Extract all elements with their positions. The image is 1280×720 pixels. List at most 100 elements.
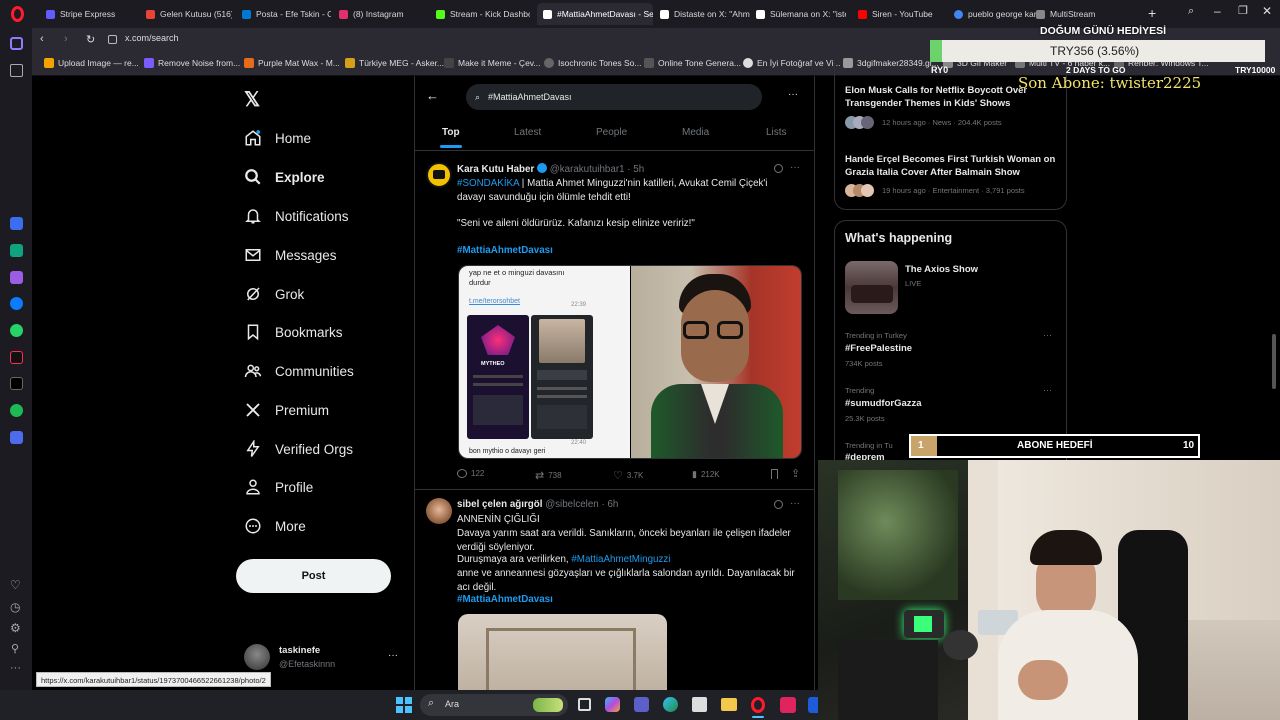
lightbulb-icon[interactable]: ⚲: [11, 642, 19, 655]
tab-google[interactable]: pueblo george kareli: [948, 3, 1040, 25]
tab-x-search[interactable]: #MattiaAhmetDavası - Se: [537, 3, 653, 25]
author-name[interactable]: sibel çelen ağırgöl: [457, 499, 542, 510]
history-icon[interactable]: ◷: [10, 600, 20, 614]
heart-icon[interactable]: ♡: [10, 578, 21, 592]
more-icon[interactable]: ···: [1043, 330, 1052, 340]
views-button[interactable]: ▮ 212K: [692, 469, 720, 480]
author-handle[interactable]: @karakutuihbar1: [550, 164, 625, 175]
tab-stripe[interactable]: Stripe Express: [40, 3, 132, 25]
opera-gx-icon[interactable]: [751, 697, 765, 713]
nav-verified-orgs[interactable]: Verified Orgs: [244, 440, 353, 458]
hashtag-link[interactable]: #MattiaAhmetMinguzzi: [571, 554, 670, 565]
tab-media[interactable]: Media: [682, 127, 709, 138]
bookmark-item[interactable]: Make it Meme - Çev...: [444, 58, 541, 68]
man-portrait-image[interactable]: [631, 266, 801, 458]
nav-communities[interactable]: Communities: [244, 362, 354, 380]
hashtag-link[interactable]: #MattiaAhmetDavası: [457, 244, 553, 258]
hashtag-link[interactable]: #MattiaAhmetDavası: [457, 593, 553, 607]
trend-name[interactable]: #sumudforGazza: [845, 398, 922, 409]
close-icon[interactable]: ✕: [1262, 4, 1272, 18]
nav-profile[interactable]: Profile: [244, 478, 313, 496]
taskbar-search[interactable]: ⌕ Ara: [420, 694, 568, 716]
bookmark-item[interactable]: En İyi Fotoğraf ve Vi...: [743, 58, 840, 68]
grok-icon[interactable]: [774, 164, 783, 173]
avatar[interactable]: [426, 498, 452, 524]
tweet-media[interactable]: [458, 614, 667, 690]
repost-button[interactable]: ⇄ 738: [535, 469, 562, 482]
tab-lists[interactable]: Lists: [766, 127, 787, 138]
tweet-media[interactable]: yap ne et o minguzi davasını durdur t.me…: [458, 265, 802, 459]
nav-messages[interactable]: Messages: [244, 246, 337, 264]
tab-people[interactable]: People: [596, 127, 627, 138]
author-handle[interactable]: @sibelcelen: [545, 499, 599, 510]
back-icon[interactable]: ‹: [40, 33, 44, 45]
more-icon[interactable]: ···: [790, 498, 800, 509]
extension-icon[interactable]: [10, 271, 23, 284]
search-tabs-icon[interactable]: ⌕: [1188, 5, 1194, 18]
nav-home[interactable]: Home: [244, 129, 311, 147]
live-event-title[interactable]: The Axios Show: [905, 264, 978, 275]
spotify-icon[interactable]: [10, 404, 23, 417]
teams-icon[interactable]: [634, 697, 649, 712]
new-tab-icon[interactable]: +: [1148, 5, 1156, 21]
bookmark-item[interactable]: Isochronic Tones So...: [544, 58, 641, 68]
author-name[interactable]: Kara Kutu Haber: [457, 164, 534, 175]
trend-name[interactable]: #FreePalestine: [845, 343, 912, 354]
tab-latest[interactable]: Latest: [514, 127, 541, 138]
more-icon[interactable]: ···: [790, 162, 800, 173]
chat-screenshot-image[interactable]: yap ne et o minguzi davasını durdur t.me…: [459, 266, 630, 458]
reply-button[interactable]: 122: [457, 469, 484, 478]
tab-multistream[interactable]: MultiStream: [1030, 3, 1130, 25]
news-title[interactable]: Hande Erçel Becomes First Turkish Woman …: [845, 153, 1060, 179]
store-icon[interactable]: [692, 697, 707, 712]
aria-icon[interactable]: [10, 217, 23, 230]
nav-bookmarks[interactable]: Bookmarks: [244, 323, 343, 341]
tab-youtube[interactable]: Siren - YouTube: [852, 3, 948, 25]
forward-icon[interactable]: ›: [64, 33, 68, 45]
star-icon[interactable]: [10, 64, 23, 77]
back-arrow-icon[interactable]: ←: [426, 88, 439, 103]
tweet-time[interactable]: · 6h: [601, 499, 618, 510]
scrollbar[interactable]: [1272, 334, 1276, 389]
player-icon[interactable]: [10, 431, 23, 444]
tab-outlook[interactable]: Posta - Efe Tskin - Ou: [236, 3, 331, 25]
tab-instagram[interactable]: (8) Instagram: [333, 3, 428, 25]
more-icon[interactable]: ···: [388, 650, 398, 661]
bookmark-item[interactable]: Remove Noise from...: [144, 58, 240, 68]
nav-premium[interactable]: Premium: [244, 401, 329, 419]
home-icon[interactable]: [10, 37, 23, 50]
whatsapp-icon[interactable]: [10, 324, 23, 337]
app-icon[interactable]: [780, 697, 796, 713]
opera-logo-icon[interactable]: [11, 6, 24, 22]
more-icon[interactable]: ···: [1043, 385, 1052, 395]
settings-icon[interactable]: ⚙: [10, 621, 21, 635]
x-icon[interactable]: [10, 377, 23, 390]
tab-x-distaste[interactable]: Distaste on X: "Ahme: [654, 3, 750, 25]
tab-kick[interactable]: Stream - Kick Dashbo: [430, 3, 530, 25]
file-explorer-icon[interactable]: [721, 698, 737, 711]
nav-grok[interactable]: Grok: [244, 285, 304, 303]
reload-icon[interactable]: ↻: [86, 33, 95, 46]
messenger-icon[interactable]: [10, 297, 23, 310]
live-event-thumbnail[interactable]: [845, 261, 898, 314]
nav-more[interactable]: More: [244, 517, 306, 535]
bookmark-item[interactable]: Online Tone Genera...: [644, 58, 741, 68]
like-button[interactable]: ♡ 3.7K: [613, 469, 643, 482]
grok-icon[interactable]: [774, 500, 783, 509]
more-icon[interactable]: ···: [10, 662, 21, 674]
tab-x-sulemana[interactable]: Sülemana on X: "istec: [750, 3, 846, 25]
more-options-icon[interactable]: ···: [788, 89, 798, 100]
site-info-icon[interactable]: [108, 35, 117, 44]
bookmark-item[interactable]: Purple Mat Wax - M...: [244, 58, 340, 68]
bookmark-item[interactable]: Türkiye MEG - Asker...: [345, 58, 444, 68]
tab-top[interactable]: Top: [442, 127, 460, 138]
search-input[interactable]: ⌕ #MattiaAhmetDavası: [466, 84, 762, 110]
post-button[interactable]: Post: [236, 559, 391, 593]
tweet-time[interactable]: · 5h: [627, 164, 644, 175]
task-view-icon[interactable]: [578, 698, 591, 711]
edge-icon[interactable]: [663, 697, 678, 712]
x-logo-icon[interactable]: 𝕏: [244, 87, 260, 112]
bookmark-item[interactable]: Upload Image — re...: [44, 58, 139, 68]
nav-explore[interactable]: Explore: [244, 168, 325, 186]
minimize-icon[interactable]: –: [1214, 4, 1221, 18]
